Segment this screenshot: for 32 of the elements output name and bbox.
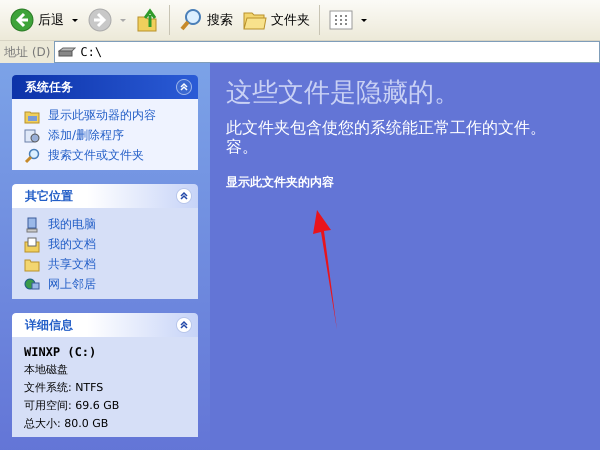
- detail-text: 本地磁盘: [24, 362, 69, 377]
- detail-text: 文件系统: NTFS: [24, 380, 104, 395]
- task-link[interactable]: 搜索文件或文件夹: [48, 147, 144, 164]
- page-heading: 这些文件是隐藏的。: [226, 77, 461, 110]
- section-header[interactable]: 系统任务: [12, 75, 198, 99]
- drive-icon: [58, 47, 76, 57]
- show-contents-link[interactable]: 显示此文件夹的内容: [226, 174, 334, 191]
- search-icon: [24, 148, 40, 164]
- detail-text: 总大小: 80.0 GB: [24, 416, 110, 431]
- section-header[interactable]: 详细信息: [12, 313, 198, 337]
- search-icon: [179, 8, 203, 32]
- task-link[interactable]: 我的文档: [48, 236, 96, 253]
- info-message: 此文件夹包含使您的系统能正常工作的文件。 容。: [226, 118, 547, 156]
- network-icon: [24, 276, 40, 292]
- task-link[interactable]: 共享文档: [48, 256, 96, 273]
- programs-icon: [24, 128, 40, 144]
- back-button[interactable]: 后退: [6, 6, 82, 34]
- search-button[interactable]: 搜索: [175, 6, 237, 34]
- folder-icon: [24, 256, 40, 272]
- views-icon: [329, 10, 353, 30]
- address-field[interactable]: C:\: [54, 41, 600, 63]
- documents-icon: [24, 236, 40, 252]
- computer-icon: [24, 216, 40, 232]
- section-header[interactable]: 其它位置: [12, 184, 198, 208]
- task-link[interactable]: 我的电脑: [48, 216, 96, 233]
- task-link[interactable]: 网上邻居: [48, 276, 96, 293]
- address-label: 地址 (D): [3, 44, 52, 60]
- folders-button[interactable]: 文件夹: [239, 7, 314, 33]
- drive-name: WINXP (C:): [24, 345, 98, 359]
- detail-text: 可用空间: 69.6 GB: [24, 398, 120, 413]
- task-link[interactable]: 添加/删除程序: [48, 127, 124, 144]
- task-link[interactable]: 显示此驱动器的内容: [48, 107, 156, 124]
